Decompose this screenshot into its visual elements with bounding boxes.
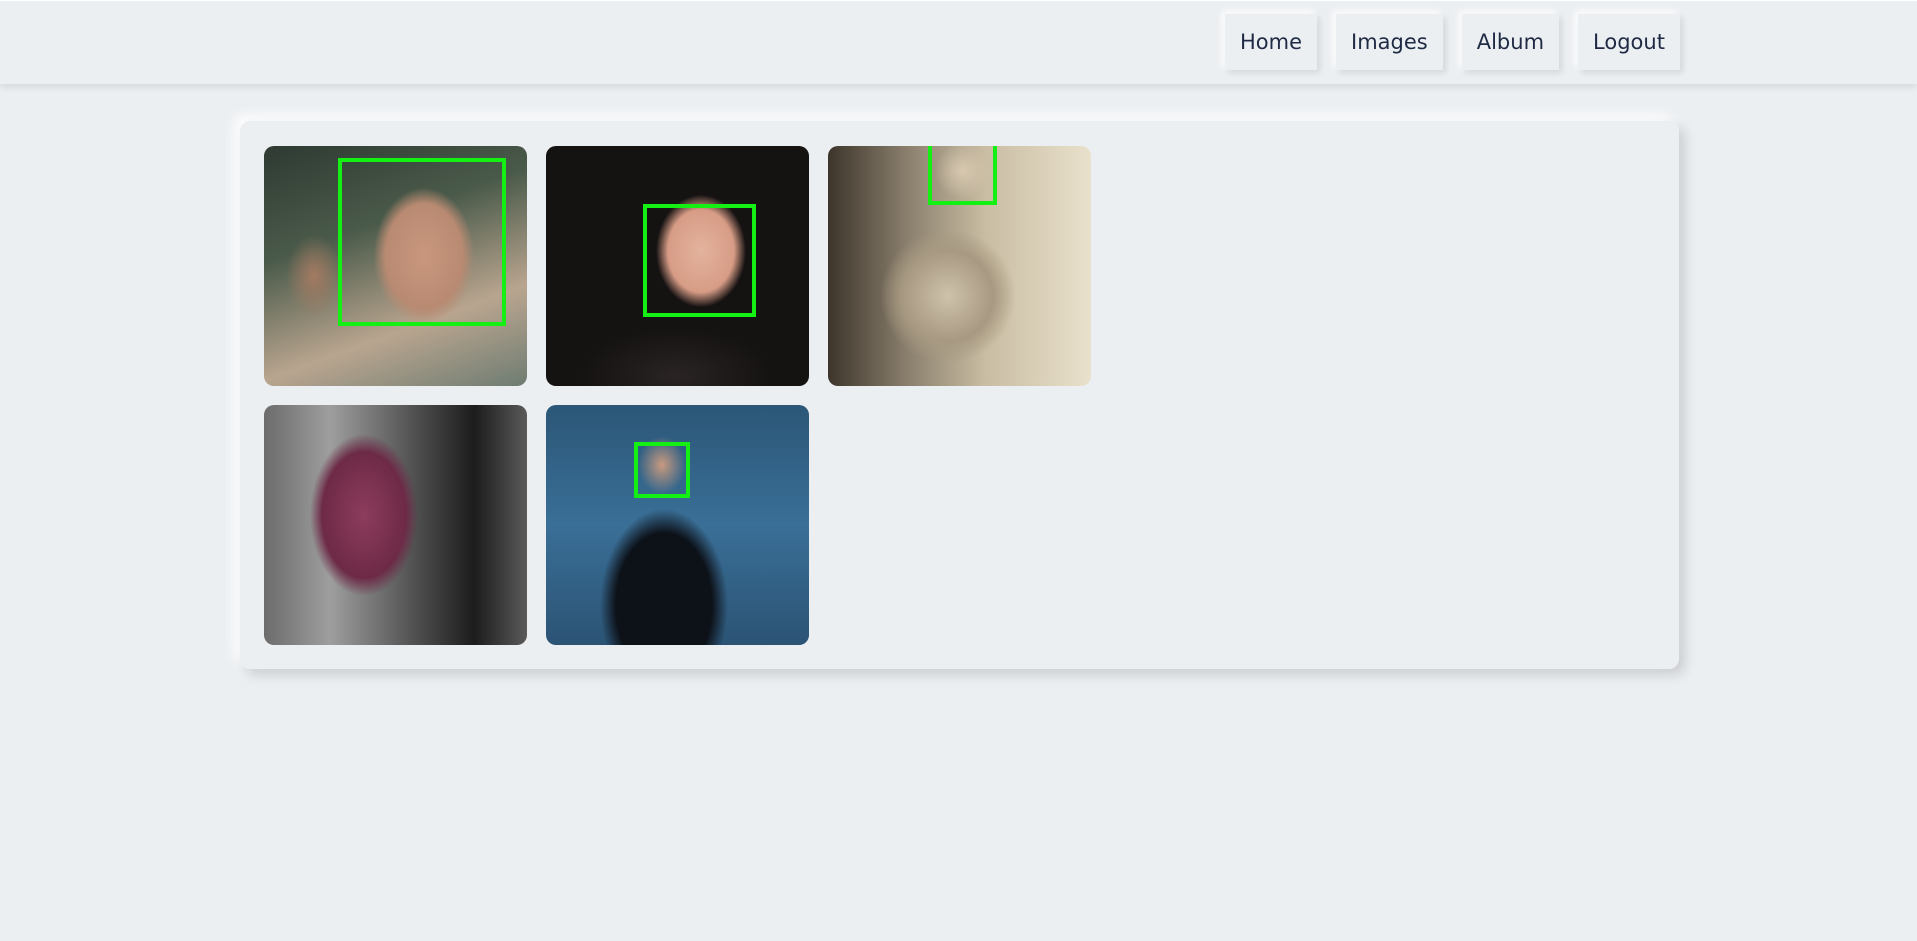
nav-logout-button[interactable]: Logout [1578,14,1680,70]
gallery-image-4[interactable] [264,405,527,645]
gallery-panel [240,121,1679,669]
face-detection-box [338,158,506,326]
gallery-image-2[interactable] [546,146,809,386]
image-grid [264,146,1091,645]
nav-menu: Home Images Album Logout [1225,14,1680,70]
top-navbar: Home Images Album Logout [0,0,1917,84]
face-detection-box [643,204,756,317]
face-detection-box [634,442,690,498]
gallery-image-3[interactable] [828,146,1091,386]
face-detection-box [928,146,997,205]
gallery-image-5[interactable] [546,405,809,645]
nav-home-button[interactable]: Home [1225,14,1318,70]
nav-images-button[interactable]: Images [1336,14,1443,70]
gallery-image-1[interactable] [264,146,527,386]
nav-album-button[interactable]: Album [1461,14,1560,70]
